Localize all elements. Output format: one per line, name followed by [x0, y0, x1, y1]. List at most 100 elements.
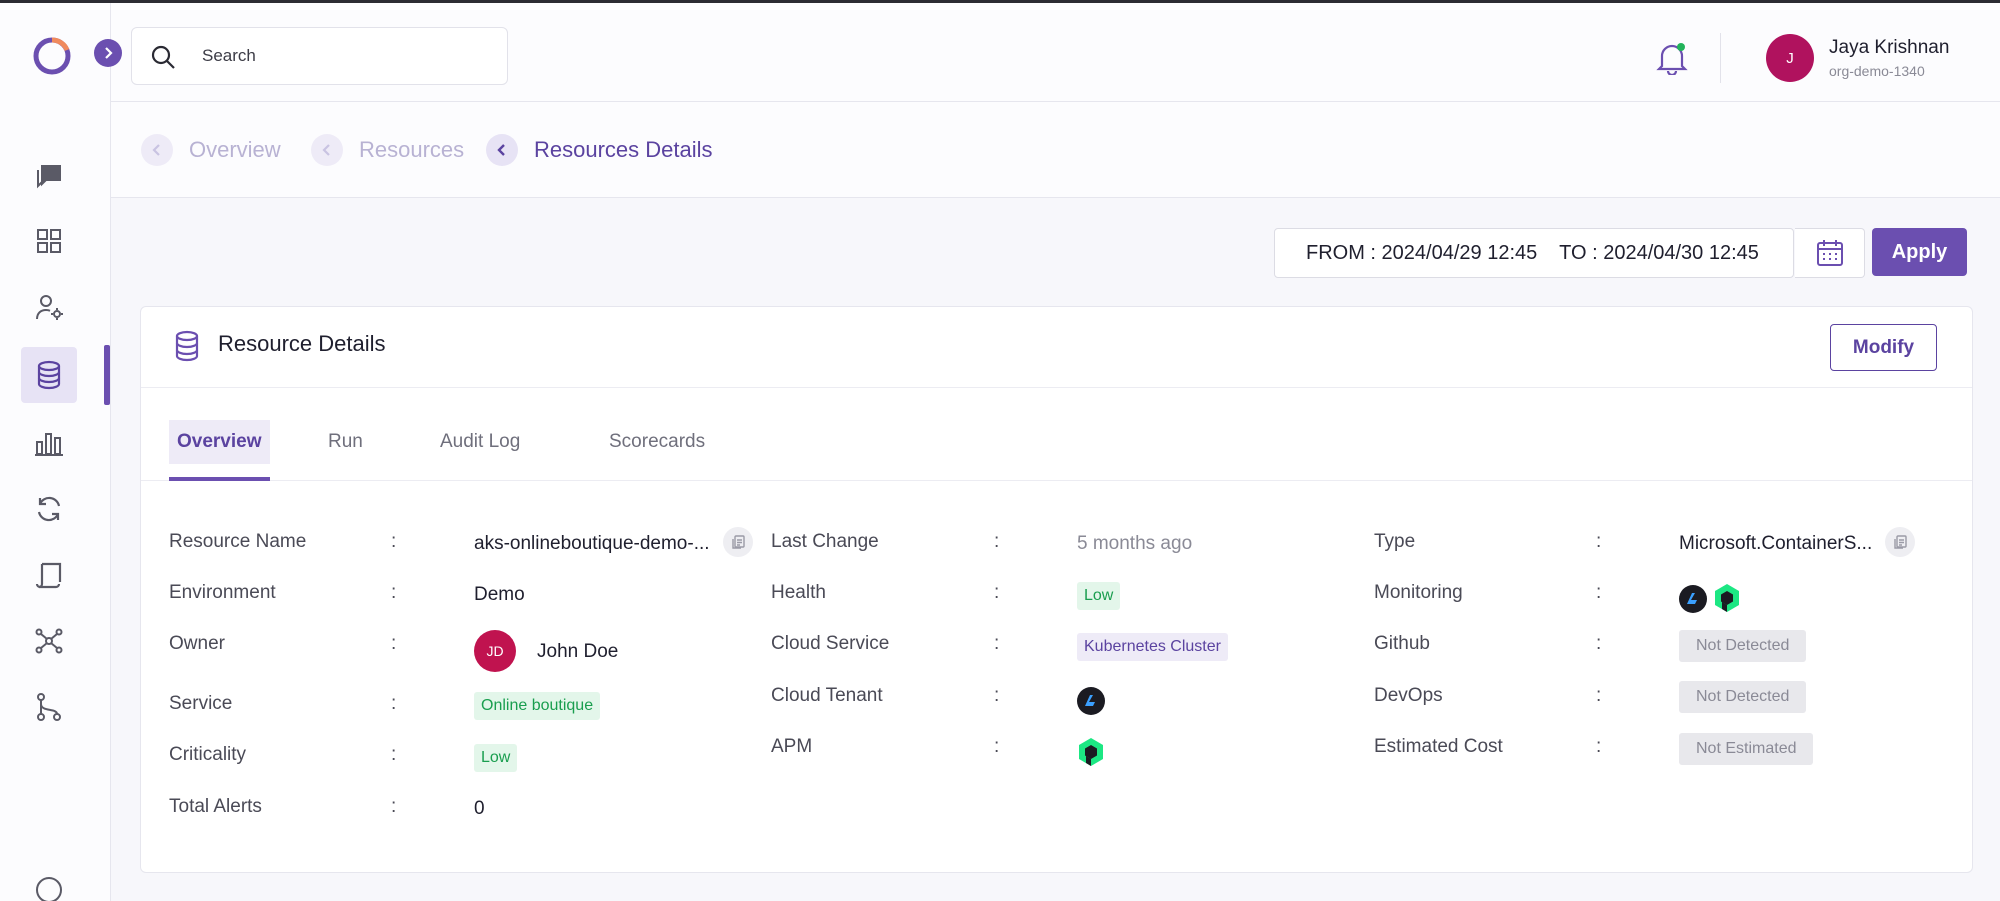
apply-button[interactable]: Apply: [1872, 228, 1967, 276]
new-relic-icon: [1715, 584, 1739, 612]
notifications-button[interactable]: [1656, 41, 1688, 80]
field-label-apm: APM: [771, 736, 813, 757]
field-separator: :: [994, 582, 1000, 603]
refresh-icon: [37, 496, 61, 522]
field-label-devops: DevOps: [1374, 685, 1443, 706]
sidebar-item-user-settings[interactable]: [21, 279, 77, 335]
breadcrumb-resources[interactable]: Resources: [311, 134, 464, 166]
criticality-badge: Low: [474, 744, 518, 772]
field-separator: :: [391, 531, 397, 552]
database-icon: [175, 330, 199, 362]
field-separator: :: [1596, 531, 1602, 552]
field-value-owner: John Doe: [537, 641, 619, 662]
sidebar-item-docs[interactable]: [21, 547, 77, 603]
calendar-icon: [1816, 240, 1843, 266]
field-separator: :: [391, 796, 397, 817]
sidebar-toggle-button[interactable]: [94, 39, 122, 67]
sidebar-item-analytics[interactable]: [21, 415, 77, 471]
chevron-right-icon: [105, 47, 113, 59]
calendar-button[interactable]: [1795, 228, 1865, 278]
resource-details-card: Resource Details Modify Overview Run Aud…: [140, 306, 1973, 873]
field-separator: :: [1596, 685, 1602, 706]
breadcrumb-label: Overview: [189, 137, 281, 162]
date-range-picker[interactable]: FROM : 2024/04/29 12:45 TO : 2024/04/30 …: [1274, 228, 1794, 278]
database-icon: [37, 360, 61, 390]
github-badge: Not Detected: [1679, 630, 1807, 662]
git-branch-icon: [37, 693, 61, 721]
breadcrumb-overview[interactable]: Overview: [141, 134, 281, 166]
field-label-last-change: Last Change: [771, 531, 879, 552]
app-logo[interactable]: [31, 35, 73, 77]
sidebar-item-topology[interactable]: [21, 613, 77, 669]
field-label-cloud-service: Cloud Service: [771, 633, 890, 654]
search-icon: [151, 45, 175, 69]
field-label-service: Service: [169, 693, 233, 714]
tab-overview[interactable]: Overview: [169, 420, 270, 464]
service-badge: Online boutique: [474, 692, 601, 720]
azure-icon: [1077, 687, 1105, 715]
owner-avatar: JD: [474, 630, 516, 672]
breadcrumb-label: Resources: [359, 137, 465, 162]
sidebar-item-workflows[interactable]: [21, 679, 77, 735]
sidebar-item-dashboard[interactable]: [21, 213, 77, 269]
top-header: J Jaya Krishnan org-demo-1340: [111, 3, 2000, 102]
field-value-environment: Demo: [474, 584, 525, 605]
sidebar: [0, 3, 111, 901]
user-name: Jaya Krishnan: [1829, 37, 1950, 58]
tab-scorecards[interactable]: Scorecards: [601, 420, 713, 464]
header-divider: [1720, 33, 1721, 83]
breadcrumb: Overview Resources Resources Details: [111, 102, 2000, 198]
sidebar-item-help[interactable]: [21, 875, 77, 901]
chevron-left-icon: [311, 134, 343, 166]
breadcrumb-resources-details[interactable]: Resources Details: [486, 134, 713, 166]
copy-type-button[interactable]: [1885, 527, 1915, 557]
search-input[interactable]: [202, 42, 492, 70]
chat-icon: [37, 165, 61, 189]
chevron-left-icon: [141, 134, 173, 166]
breadcrumb-label: Resources Details: [534, 137, 713, 162]
modify-button[interactable]: Modify: [1830, 324, 1937, 371]
field-label-cloud-tenant: Cloud Tenant: [771, 685, 883, 706]
search-box[interactable]: [131, 27, 508, 85]
tab-audit-log[interactable]: Audit Log: [432, 420, 528, 464]
network-icon: [35, 628, 63, 654]
field-separator: :: [391, 693, 397, 714]
field-separator: :: [391, 582, 397, 603]
field-label-resource-name: Resource Name: [169, 531, 307, 552]
field-label-type: Type: [1374, 531, 1416, 552]
field-separator: :: [1596, 633, 1602, 654]
scroll-icon: [35, 562, 62, 589]
field-label-monitoring: Monitoring: [1374, 582, 1463, 603]
devops-badge: Not Detected: [1679, 681, 1807, 713]
new-relic-icon: [1079, 738, 1103, 766]
tab-run[interactable]: Run: [320, 420, 371, 464]
field-separator: :: [391, 744, 397, 765]
sidebar-item-sync[interactable]: [21, 481, 77, 537]
bar-chart-icon: [35, 433, 63, 456]
user-avatar[interactable]: J: [1766, 34, 1814, 82]
field-label-estimated-cost: Estimated Cost: [1374, 736, 1503, 757]
card-header: Resource Details Modify: [141, 307, 1972, 388]
user-org: org-demo-1340: [1829, 63, 1925, 79]
user-gear-icon: [36, 295, 63, 320]
copy-resource-name-button[interactable]: [723, 527, 753, 557]
field-separator: :: [994, 685, 1000, 706]
copy-icon: [1894, 535, 1907, 549]
field-separator: :: [1596, 736, 1602, 757]
azure-icon: [1679, 585, 1707, 613]
grid-icon: [37, 229, 61, 253]
field-value-total-alerts: 0: [474, 798, 485, 819]
sidebar-item-resources[interactable]: [21, 347, 77, 403]
field-value-type: Microsoft.ContainerS...: [1679, 533, 1873, 554]
field-separator: :: [994, 736, 1000, 757]
active-tab-indicator: [169, 477, 270, 481]
estimated-cost-badge: Not Estimated: [1679, 733, 1814, 765]
field-label-github: Github: [1374, 633, 1430, 654]
field-separator: :: [391, 633, 397, 654]
health-badge: Low: [1077, 582, 1121, 610]
help-icon: [36, 877, 62, 901]
sidebar-active-indicator: [104, 345, 110, 405]
field-separator: :: [994, 633, 1000, 654]
sidebar-item-chat[interactable]: [21, 147, 77, 203]
field-value-last-change: 5 months ago: [1077, 533, 1193, 554]
